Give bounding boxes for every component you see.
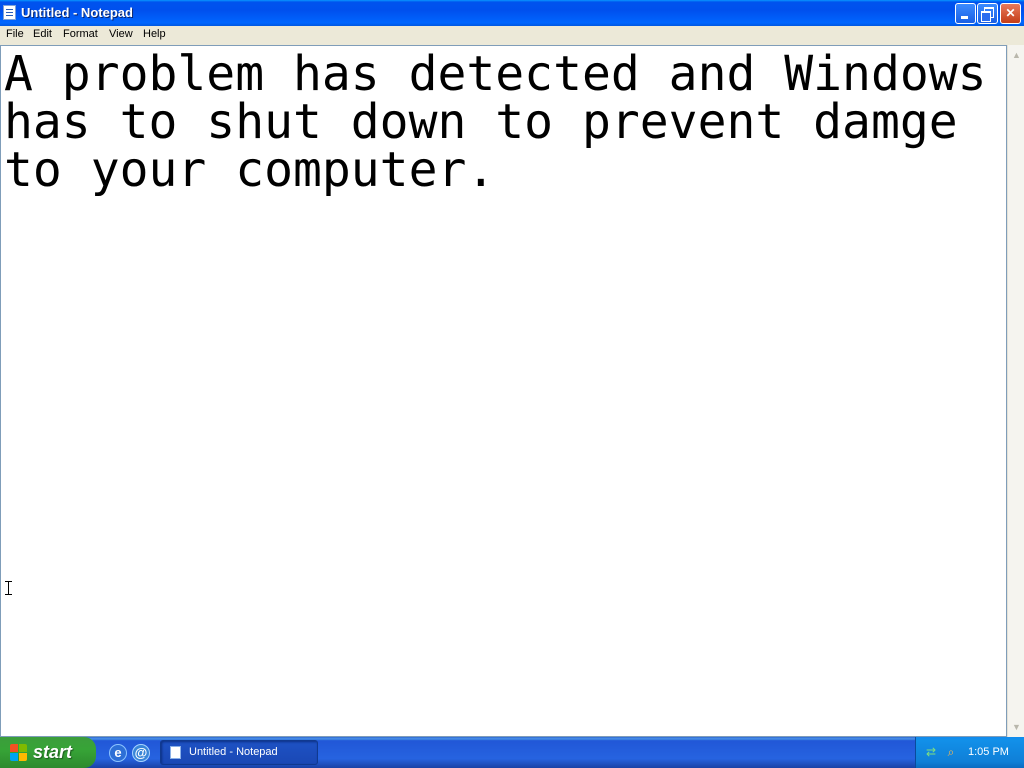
clock[interactable]: 1:05 PM <box>968 746 1009 758</box>
ibeam-cursor-icon <box>5 581 12 595</box>
scroll-up-arrow-icon[interactable]: ▲ <box>1009 47 1024 63</box>
menu-file[interactable]: File <box>6 28 24 40</box>
restore-icon-front <box>981 11 991 22</box>
menu-bar: File Edit Format View Help <box>0 26 1024 46</box>
outlook-express-icon[interactable]: @ <box>132 744 150 762</box>
start-button[interactable]: start <box>0 737 96 768</box>
network-icon[interactable]: ⇄ <box>924 745 938 759</box>
menu-edit[interactable]: Edit <box>33 28 52 40</box>
minimize-icon <box>961 16 968 19</box>
taskbar: start e @ Untitled - Notepad ⇄ ⌕ 1:05 PM <box>0 737 1024 768</box>
system-tray: ⇄ ⌕ 1:05 PM <box>915 737 1024 768</box>
windows-logo-icon <box>10 744 28 762</box>
minimize-button[interactable] <box>955 3 976 24</box>
taskbar-item-notepad[interactable]: Untitled - Notepad <box>160 740 318 765</box>
menu-view[interactable]: View <box>109 28 133 40</box>
menu-help[interactable]: Help <box>143 28 166 40</box>
text-editor[interactable]: A problem has detected and Windows has t… <box>0 45 1007 737</box>
restore-button[interactable] <box>977 3 998 24</box>
close-icon: ✕ <box>1005 6 1016 20</box>
editor-content[interactable]: A problem has detected and Windows has t… <box>4 50 1004 194</box>
taskbar-item-label: Untitled - Notepad <box>189 746 278 758</box>
search-icon[interactable]: ⌕ <box>944 745 958 759</box>
vertical-scrollbar[interactable]: ▲ ▼ <box>1007 45 1024 737</box>
scroll-down-arrow-icon[interactable]: ▼ <box>1009 719 1024 735</box>
notepad-icon[interactable] <box>3 5 16 20</box>
title-bar[interactable]: Untitled - Notepad ✕ <box>0 0 1024 26</box>
notepad-icon <box>170 746 181 759</box>
internet-explorer-icon[interactable]: e <box>109 744 127 762</box>
close-button[interactable]: ✕ <box>1000 3 1021 24</box>
window-title: Untitled - Notepad <box>21 5 133 20</box>
menu-format[interactable]: Format <box>63 28 98 40</box>
start-label: start <box>33 742 73 762</box>
